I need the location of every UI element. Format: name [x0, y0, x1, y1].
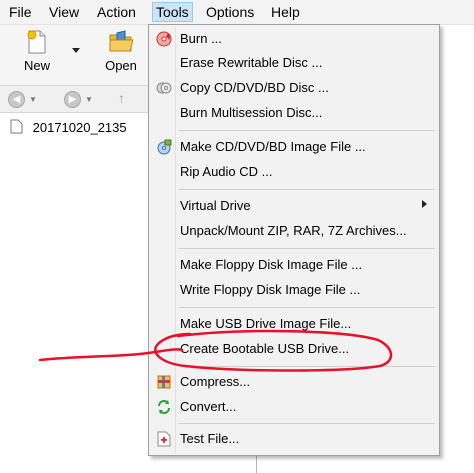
test-file-icon	[157, 431, 171, 447]
menu-item-make-image-file[interactable]: Make CD/DVD/BD Image File ...	[151, 136, 437, 158]
folder-tree: 20171020_2135	[0, 113, 150, 473]
file-icon	[10, 119, 23, 134]
new-dropdown-arrow-icon[interactable]	[72, 48, 80, 53]
menu-separator	[179, 423, 435, 424]
menu-item-label: Burn ...	[180, 31, 222, 46]
forward-icon[interactable]: ▶	[64, 91, 81, 108]
menu-separator	[179, 307, 435, 308]
menu-item-burn-multisession[interactable]: Burn Multisession Disc...	[151, 102, 437, 124]
menu-help[interactable]: Help	[268, 3, 303, 21]
menu-item-label: Erase Rewritable Disc ...	[180, 55, 323, 70]
menu-view[interactable]: View	[46, 3, 82, 21]
new-button-label: New	[23, 58, 50, 73]
menu-item-virtual-drive[interactable]: Virtual Drive	[151, 195, 437, 217]
menu-bar: File View Action Tools Options Help	[0, 0, 474, 25]
menu-item-label: Make USB Drive Image File...	[180, 316, 352, 331]
menu-item-label: Convert...	[180, 399, 237, 414]
menu-item-create-bootable-usb[interactable]: Create Bootable USB Drive...	[151, 338, 437, 360]
menu-separator	[179, 130, 435, 131]
tools-dropdown-menu: Burn ... Erase Rewritable Disc ... Copy …	[148, 24, 440, 456]
disc-image-icon	[157, 139, 172, 155]
menu-item-make-floppy-image[interactable]: Make Floppy Disk Image File ...	[151, 254, 437, 276]
menu-item-copy-disc[interactable]: Copy CD/DVD/BD Disc ...	[151, 77, 437, 99]
compress-icon	[157, 375, 171, 389]
new-button[interactable]: New	[14, 29, 60, 73]
menu-item-label: Make CD/DVD/BD Image File ...	[180, 139, 366, 154]
menu-item-compress[interactable]: Compress...	[151, 371, 437, 393]
menu-item-label: Write Floppy Disk Image File ...	[180, 282, 361, 297]
menu-item-erase-rewritable-disc[interactable]: Erase Rewritable Disc ...	[151, 52, 437, 74]
burn-disc-icon	[156, 31, 172, 47]
menu-separator	[179, 248, 435, 249]
menu-item-label: Virtual Drive	[180, 198, 251, 213]
tree-item[interactable]: 20171020_2135	[10, 119, 127, 135]
menu-item-label: Unpack/Mount ZIP, RAR, 7Z Archives...	[180, 223, 407, 238]
menu-item-label: Rip Audio CD ...	[180, 164, 273, 179]
back-icon[interactable]: ◀	[8, 91, 25, 108]
menu-item-unpack-mount-archives[interactable]: Unpack/Mount ZIP, RAR, 7Z Archives...	[151, 220, 437, 242]
menu-action[interactable]: Action	[94, 3, 139, 21]
navigation-bar: ◀ ▼ ▶ ▼ ↑	[0, 86, 150, 113]
menu-item-label: Make Floppy Disk Image File ...	[180, 257, 363, 272]
menu-item-label: Test File...	[180, 431, 240, 446]
menu-item-label: Compress...	[180, 374, 251, 389]
menu-item-write-floppy-image[interactable]: Write Floppy Disk Image File ...	[151, 279, 437, 301]
menu-item-make-usb-image[interactable]: Make USB Drive Image File...	[151, 313, 437, 335]
submenu-arrow-icon	[422, 200, 427, 208]
menu-item-label: Burn Multisession Disc...	[180, 105, 323, 120]
menu-item-burn[interactable]: Burn ...	[151, 28, 437, 50]
convert-icon	[158, 400, 170, 414]
up-folder-icon[interactable]: ↑	[118, 90, 125, 106]
back-dropdown-icon[interactable]: ▼	[29, 95, 37, 104]
menu-item-label: Copy CD/DVD/BD Disc ...	[180, 80, 329, 95]
menu-separator	[179, 189, 435, 190]
menu-item-test-file[interactable]: Test File...	[151, 428, 437, 450]
menu-tools[interactable]: Tools	[152, 2, 193, 22]
new-document-icon	[27, 30, 46, 54]
menu-item-rip-audio-cd[interactable]: Rip Audio CD ...	[151, 161, 437, 183]
menu-options[interactable]: Options	[203, 3, 257, 21]
folder-icon	[109, 30, 134, 52]
menu-item-label: Create Bootable USB Drive...	[180, 341, 350, 356]
open-button[interactable]: Open	[100, 29, 142, 73]
copy-disc-icon	[156, 82, 172, 94]
open-button-label: Open	[105, 58, 137, 73]
forward-dropdown-icon[interactable]: ▼	[85, 95, 93, 104]
toolbar: New Open	[0, 25, 150, 86]
menu-item-convert[interactable]: Convert...	[151, 396, 437, 418]
tree-item-label: 20171020_2135	[32, 120, 127, 135]
menu-separator	[179, 366, 435, 367]
menu-file[interactable]: File	[6, 3, 35, 21]
